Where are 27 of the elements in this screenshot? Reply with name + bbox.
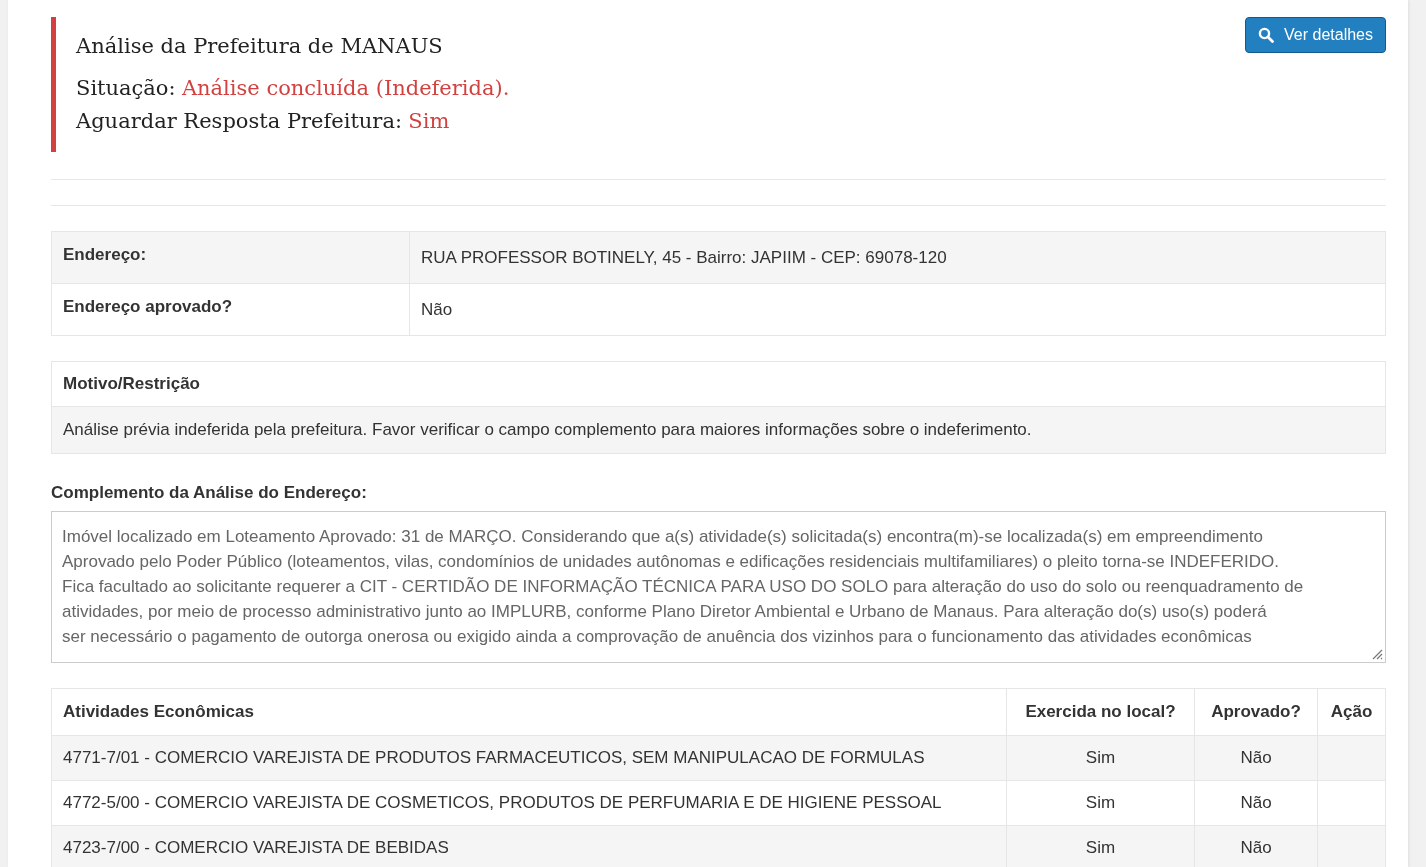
table-cell: 4723-7/00 - COMERCIO VAREJISTA DE BEBIDAS (51, 825, 1007, 867)
restriction-heading: Motivo/Restrição (51, 361, 1386, 407)
analysis-title: Análise da Prefeitura de MANAUS (76, 34, 444, 58)
field-label: Endereço: (51, 231, 410, 284)
details-button[interactable]: Ver detalhes (1245, 17, 1386, 53)
status-value: Análise concluída (Indeferida). (181, 76, 510, 100)
resize-grip-icon[interactable] (1371, 648, 1383, 660)
field-value: Não (409, 283, 1386, 336)
search-icon (1258, 27, 1275, 43)
table-cell: Sim (1006, 780, 1195, 826)
column-header: Exercida no local? (1006, 688, 1195, 736)
column-header: Atividades Econômicas (51, 688, 1007, 736)
table-cell: Não (1194, 780, 1318, 826)
table-cell: Sim (1006, 735, 1195, 781)
table-cell: Não (1194, 735, 1318, 781)
complement-label: Complemento da Análise do Endereço: (51, 483, 368, 503)
column-header: Aprovado? (1194, 688, 1318, 736)
table-cell: 4772-5/00 - COMERCIO VAREJISTA DE COSMETICOS, PRODUTOS DE PERFUMARIA E DE HIGIENE PESSOAL (51, 780, 1007, 826)
await-value: Sim (408, 109, 450, 133)
status-label: Situação: (76, 76, 176, 100)
complement-textarea[interactable]: Imóvel localizado em Loteamento Aprovado: 31 de MARÇO. Considerando que a(s) atividade(s) solicitada(s) encontra(m)-se localizada(s) em empreendimento Aprovado pelo Poder Público (loteamentos, vilas, condomínios de unidades autônomas e edificações residenciais multifamiliares) o pleito torna-se INDEFERIDO. Fica facultado ao solicitante requerer a CIT - CERTIDÃO DE INFORMAÇÃO TÉCNICA PARA USO DO SOLO para alteração do uso do solo ou reenquadramento de atividades, por meio de processo administrativo junto ao IMPLURB, conforme Plano Diretor Ambiental e Urbano de Manaus. Para alteração do(s) uso(s) poderá ser necessário o pagamento de outorga onerosa ou exigido ainda a comprovação de anuência dos vizinhos para o funcionamento das atividades econômicas (51, 511, 1386, 663)
field-value: RUA PROFESSOR BOTINELY, 45 - Bairro: JAPIIM - CEP: 69078-120 (409, 231, 1386, 284)
table-cell: 4771-7/01 - COMERCIO VAREJISTA DE PRODUTOS FARMACEUTICOS, SEM MANIPULACAO DE FORMULAS (51, 735, 1007, 781)
await-label: Aguardar Resposta Prefeitura: (76, 109, 402, 133)
field-label: Endereço aprovado? (51, 283, 410, 336)
column-header: Ação (1317, 688, 1386, 736)
restriction-text: Análise prévia indeferida pela prefeitura. Favor verificar o campo complemento para maiores informações sobre o indeferimento. (51, 406, 1386, 454)
